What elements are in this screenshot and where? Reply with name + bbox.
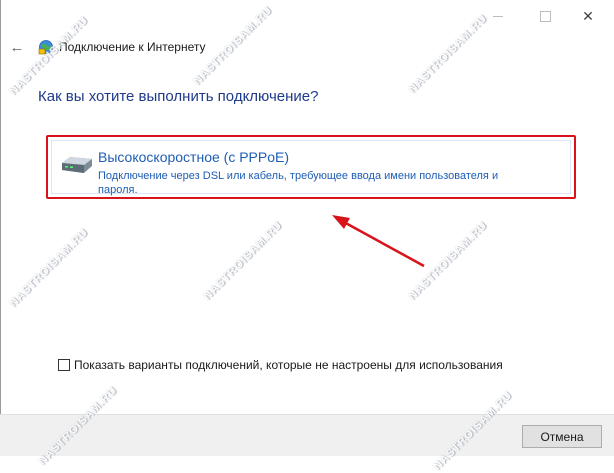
maximize-icon <box>539 10 551 22</box>
nav-bar: ← Подключение к Интернету <box>8 36 206 58</box>
page-heading: Как вы хотите выполнить подключение? <box>38 88 319 105</box>
pppoe-option-highlight[interactable]: Высокоскоростное (с PPPoE) Подключение ч… <box>46 135 576 199</box>
window-title: Подключение к Интернету <box>59 40 206 54</box>
minimize-icon <box>493 15 503 17</box>
checkbox-label[interactable]: Показать варианты подключений, которые н… <box>74 358 503 372</box>
watermark: NASTROISAM.RU <box>7 226 91 310</box>
annotation-arrow-icon <box>332 215 425 268</box>
minimize-button[interactable] <box>488 6 508 26</box>
close-icon: ✕ <box>582 7 594 24</box>
watermark: NASTROISAM.RU <box>201 219 285 303</box>
cancel-button[interactable]: Отмена <box>522 425 602 448</box>
option-title: Высокоскоростное (с PPPoE) <box>98 149 290 165</box>
option-description: Подключение через DSL или кабель, требую… <box>98 170 499 196</box>
close-button[interactable]: ✕ <box>578 6 598 26</box>
modem-icon <box>62 157 92 173</box>
window-left-border <box>0 0 1 455</box>
title-bar: ✕ <box>0 0 614 32</box>
pppoe-option[interactable]: Высокоскоростное (с PPPoE) Подключение ч… <box>51 140 571 196</box>
show-unconfigured-option[interactable]: Показать варианты подключений, которые н… <box>58 358 503 372</box>
connect-to-internet-window: ✕ ← Подключение к Интернету Как вы хотит… <box>0 0 614 473</box>
arrow-left-icon: ← <box>9 38 25 56</box>
back-button[interactable]: ← <box>8 38 26 56</box>
show-unconfigured-checkbox[interactable] <box>58 359 70 371</box>
maximize-button[interactable] <box>535 6 555 26</box>
